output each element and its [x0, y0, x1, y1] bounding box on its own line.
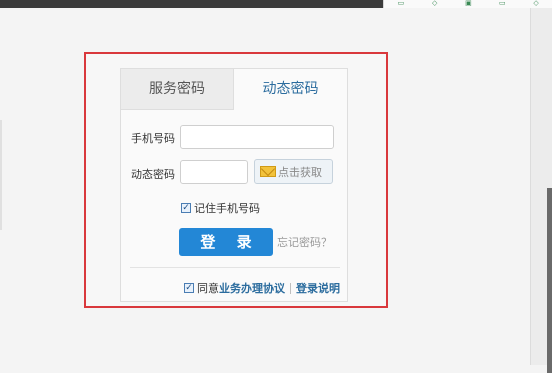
toolbar-icon-1[interactable]: ▭: [395, 0, 407, 6]
get-code-button[interactable]: 点击获取: [254, 159, 333, 184]
get-code-label: 点击获取: [278, 165, 322, 179]
agree-prefix: 同意: [197, 282, 219, 295]
agree-checkbox[interactable]: ✓: [184, 283, 194, 293]
scrollbar-thumb[interactable]: [547, 188, 552, 373]
phone-input[interactable]: [180, 125, 334, 149]
agreement-link[interactable]: 业务办理协议: [219, 280, 285, 296]
toolbar-icon-3[interactable]: ▣: [462, 0, 474, 6]
code-label: 动态密码: [131, 168, 175, 181]
tab-dynamic-password[interactable]: 动态密码: [234, 69, 347, 110]
forgot-password-link[interactable]: 忘记密码？: [277, 234, 332, 250]
toolbar-icon-5[interactable]: ◇: [530, 0, 542, 6]
phone-label: 手机号码: [131, 132, 175, 145]
remember-label: 记住手机号码: [194, 202, 260, 215]
login-help-link[interactable]: 登录说明: [296, 280, 340, 296]
login-tabs: 服务密码 动态密码: [121, 69, 347, 110]
toolbar-icon-2[interactable]: ◇: [429, 0, 441, 6]
left-edge: [0, 120, 2, 230]
remember-phone[interactable]: ✓ 记住手机号码: [181, 200, 260, 216]
code-input[interactable]: [180, 160, 248, 184]
right-scroll-area: [530, 8, 552, 373]
browser-toolbar: ▭ ◇ ▣ ▭ ◇: [383, 0, 552, 8]
tab-service-password[interactable]: 服务密码: [121, 69, 234, 110]
login-button[interactable]: 登 录: [179, 228, 273, 256]
toolbar-icon-4[interactable]: ▭: [496, 0, 508, 6]
right-divider: [530, 8, 531, 365]
divider: [130, 267, 340, 268]
agreement-row: ✓ 同意 业务办理协议 登录说明: [184, 280, 340, 296]
mail-icon: [260, 166, 276, 177]
link-separator: [290, 282, 291, 294]
remember-checkbox[interactable]: ✓: [181, 203, 191, 213]
